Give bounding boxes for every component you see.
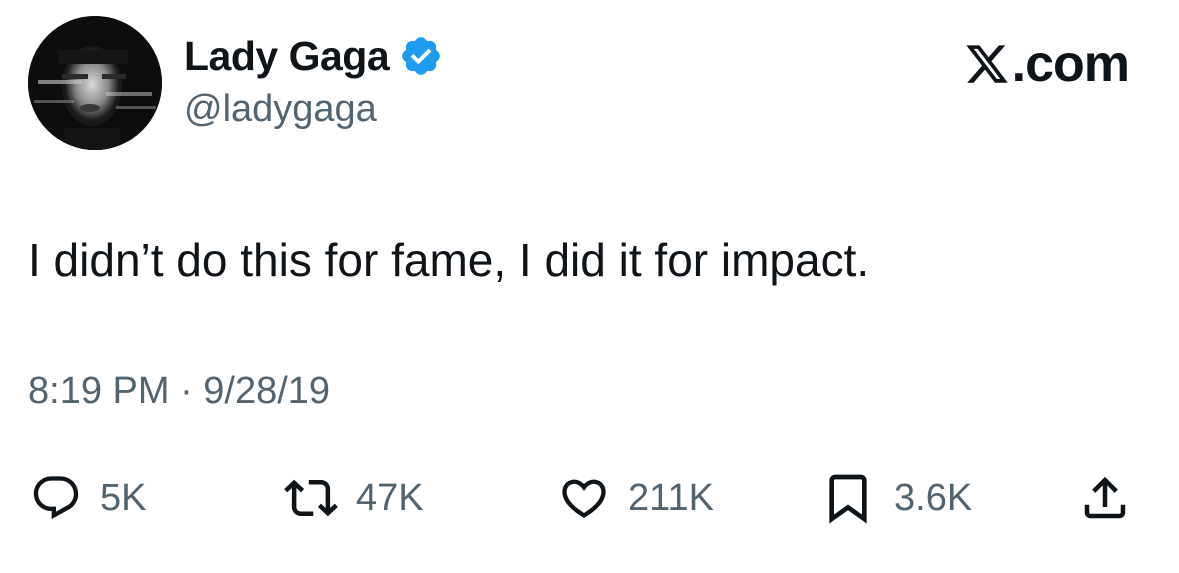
bookmark-button[interactable]: 3.6K	[820, 470, 972, 526]
brand-domain: .com	[1011, 35, 1130, 93]
reply-button[interactable]: 5K	[30, 470, 146, 526]
retweet-icon	[284, 479, 338, 517]
like-button[interactable]: 211K	[558, 470, 714, 526]
verified-badge-icon[interactable]	[399, 34, 443, 78]
author-name-row: Lady Gaga	[184, 34, 443, 78]
heart-icon	[562, 479, 606, 518]
brand-logo: .com	[964, 35, 1130, 93]
reply-icon	[33, 476, 79, 520]
like-count: 211K	[628, 477, 714, 519]
avatar[interactable]	[28, 16, 162, 150]
avatar-image	[28, 16, 162, 150]
share-icon	[1084, 476, 1126, 519]
display-name[interactable]: Lady Gaga	[184, 35, 390, 77]
handle[interactable]: @ladygaga	[184, 90, 377, 128]
x-logo-icon	[966, 45, 1008, 83]
bookmark-count: 3.6K	[894, 477, 973, 519]
retweet-button[interactable]: 47K	[284, 470, 424, 526]
tweet-text: I didn’t do this for fame, I did it for …	[28, 234, 870, 286]
tweet-timestamp[interactable]: 8:19 PM · 9/28/19	[28, 372, 330, 410]
action-bar: 5K 47K 211K 3.6K	[0, 470, 1179, 526]
bookmark-icon	[829, 474, 867, 524]
share-button[interactable]	[1078, 470, 1132, 526]
reply-count: 5K	[100, 477, 147, 519]
retweet-count: 47K	[356, 477, 424, 519]
